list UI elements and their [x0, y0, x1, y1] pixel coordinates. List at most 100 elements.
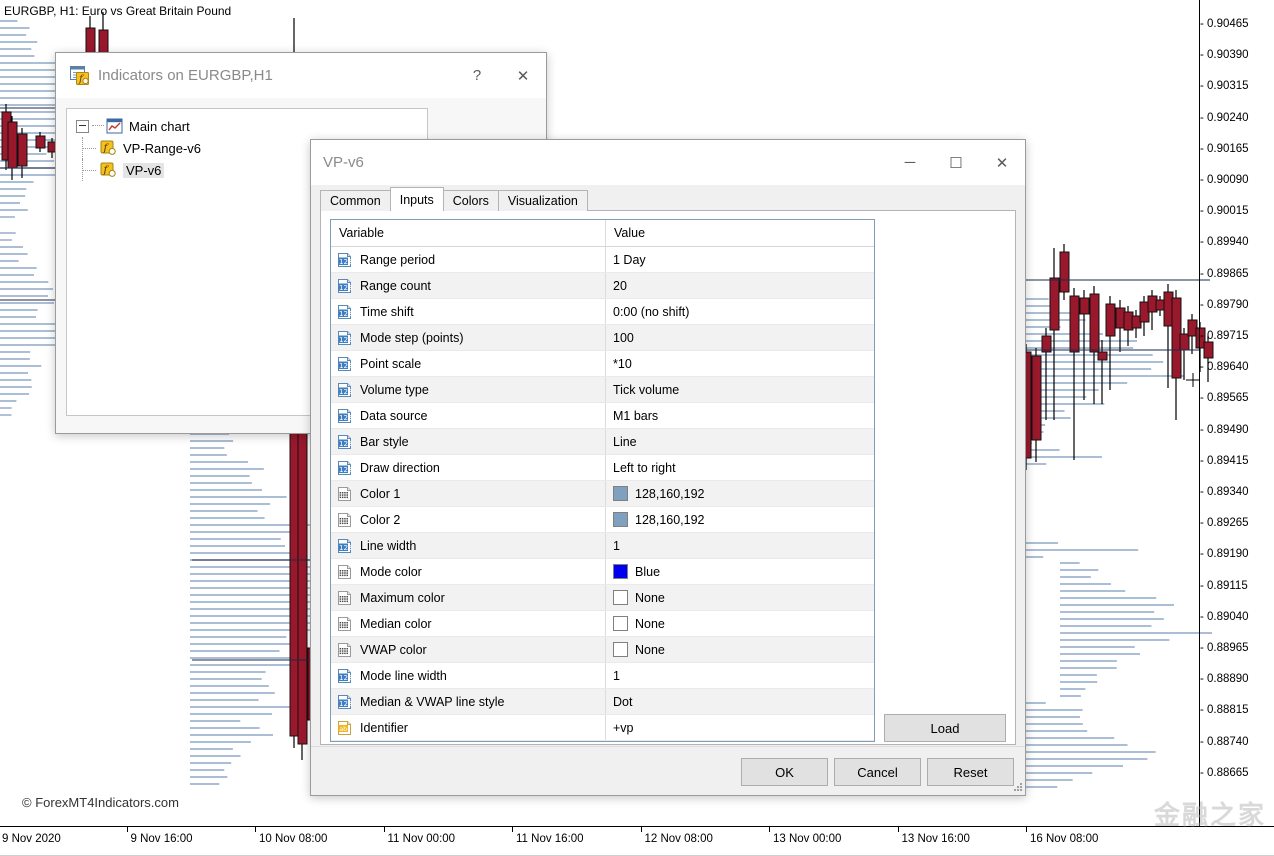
- property-value-cell[interactable]: Line: [606, 429, 874, 454]
- resize-grip-icon[interactable]: [1011, 781, 1023, 793]
- property-row[interactable]: 123Range count20: [331, 273, 874, 299]
- property-variable-cell: 123Line width: [331, 533, 606, 558]
- maximize-button[interactable]: ☐: [933, 141, 979, 185]
- tab-inputs[interactable]: Inputs: [390, 187, 444, 211]
- svg-text:123: 123: [339, 309, 352, 317]
- property-row[interactable]: Maximum colorNone: [331, 585, 874, 611]
- price-axis[interactable]: -0.90465-0.90390-0.90315-0.90240-0.90165…: [1199, 0, 1274, 826]
- number-icon: 123: [337, 330, 353, 346]
- property-row[interactable]: 123Range period1 Day: [331, 247, 874, 273]
- help-button[interactable]: ?: [454, 54, 500, 98]
- property-row[interactable]: 123Time shift0:00 (no shift): [331, 299, 874, 325]
- tree-item-label: VP-Range-v6: [123, 141, 201, 156]
- property-value-cell[interactable]: None: [606, 637, 874, 662]
- property-value-cell[interactable]: 20: [606, 273, 874, 298]
- vp-properties-window[interactable]: VP-v6 ─ ☐ ✕ CommonInputsColorsVisualizat…: [310, 139, 1026, 796]
- property-row[interactable]: abIdentifier+vp: [331, 715, 874, 741]
- property-variable-label: Bar style: [360, 435, 409, 449]
- property-value-cell[interactable]: 1 Day: [606, 247, 874, 272]
- svg-text:123: 123: [339, 361, 352, 369]
- close-button[interactable]: ✕: [500, 54, 546, 98]
- chart-watermark: 金融之家: [1154, 795, 1266, 832]
- time-tick-mark: [898, 827, 899, 832]
- property-value-label: Line: [613, 435, 637, 449]
- color-swatch[interactable]: [613, 642, 628, 657]
- minimize-button[interactable]: ─: [887, 141, 933, 185]
- price-tick-label: -0.89490: [1200, 424, 1249, 436]
- property-value-cell[interactable]: Left to right: [606, 455, 874, 480]
- time-tick-label: 12 Nov 08:00: [645, 833, 713, 845]
- property-value-cell[interactable]: None: [606, 611, 874, 636]
- number-icon: 123: [337, 408, 353, 424]
- property-value-cell[interactable]: 1: [606, 533, 874, 558]
- property-row[interactable]: VWAP colorNone: [331, 637, 874, 663]
- property-value-cell[interactable]: 1: [606, 663, 874, 688]
- tab-visualization[interactable]: Visualization: [498, 190, 588, 211]
- color-swatch[interactable]: [613, 512, 628, 527]
- load-button[interactable]: Load: [884, 714, 1006, 742]
- property-variable-label: Range period: [360, 253, 435, 267]
- tab-common[interactable]: Common: [320, 190, 391, 211]
- tab-colors[interactable]: Colors: [443, 190, 499, 211]
- tree-item-main-chart[interactable]: Main chart: [67, 115, 427, 137]
- property-row[interactable]: Median colorNone: [331, 611, 874, 637]
- color-swatch[interactable]: [613, 564, 628, 579]
- tree-connector-horizontal: [82, 148, 96, 150]
- property-variable-label: Mode color: [360, 565, 422, 579]
- color-swatch[interactable]: [613, 590, 628, 605]
- property-value-cell[interactable]: Dot: [606, 689, 874, 714]
- property-value-cell[interactable]: *10: [606, 351, 874, 376]
- time-tick-mark: [512, 827, 513, 832]
- property-variable-cell: Color 1: [331, 481, 606, 506]
- property-variable-cell: 123Range period: [331, 247, 606, 272]
- vp-title-bar[interactable]: VP-v6 ─ ☐ ✕: [311, 140, 1025, 185]
- ok-button[interactable]: OK: [741, 758, 828, 786]
- vp-tab-strip[interactable]: CommonInputsColorsVisualization: [320, 188, 587, 211]
- property-value-cell[interactable]: 128,160,192: [606, 507, 874, 532]
- price-tick-label: -0.89190: [1200, 548, 1249, 560]
- property-value-cell[interactable]: 128,160,192: [606, 481, 874, 506]
- number-icon: 123: [337, 356, 353, 372]
- property-row[interactable]: 123Volume typeTick volume: [331, 377, 874, 403]
- color-swatch[interactable]: [613, 486, 628, 501]
- price-tick-label: -0.90090: [1200, 174, 1249, 186]
- property-row[interactable]: 123Mode step (points)100: [331, 325, 874, 351]
- property-row[interactable]: 123Line width1: [331, 533, 874, 559]
- time-tick-mark: [384, 827, 385, 832]
- property-value-cell[interactable]: Blue: [606, 559, 874, 584]
- property-row[interactable]: 123Draw directionLeft to right: [331, 455, 874, 481]
- property-row[interactable]: 123Data sourceM1 bars: [331, 403, 874, 429]
- property-value-cell[interactable]: M1 bars: [606, 403, 874, 428]
- property-row[interactable]: 123Bar styleLine: [331, 429, 874, 455]
- svg-text:123: 123: [339, 673, 352, 681]
- tree-collapse-icon[interactable]: [76, 120, 89, 133]
- property-row[interactable]: 123Point scale*10: [331, 351, 874, 377]
- property-value-label: 128,160,192: [635, 487, 705, 501]
- price-tick-label: -0.89115: [1200, 580, 1248, 592]
- property-row[interactable]: Mode color Blue: [331, 559, 874, 585]
- property-value-label: Tick volume: [613, 383, 679, 397]
- property-row[interactable]: 123Mode line width1: [331, 663, 874, 689]
- indicators-title-bar[interactable]: f Indicators on EURGBP,H1 ? ✕: [56, 53, 546, 98]
- svg-text:123: 123: [339, 543, 352, 551]
- cancel-button[interactable]: Cancel: [834, 758, 921, 786]
- color-swatch[interactable]: [613, 616, 628, 631]
- property-value-cell[interactable]: 0:00 (no shift): [606, 299, 874, 324]
- property-row[interactable]: 123Median & VWAP line styleDot: [331, 689, 874, 715]
- property-value-cell[interactable]: Tick volume: [606, 377, 874, 402]
- property-variable-cell: Color 2: [331, 507, 606, 532]
- vp-inputs-panel: VariableValue123Range period1 Day123Rang…: [320, 210, 1016, 745]
- property-value-cell[interactable]: None: [606, 585, 874, 610]
- property-row[interactable]: Color 2128,160,192: [331, 507, 874, 533]
- properties-table[interactable]: VariableValue123Range period1 Day123Rang…: [330, 219, 875, 742]
- time-tick-label: 9 Nov 16:00: [131, 833, 193, 845]
- column-header-value: Value: [606, 220, 874, 246]
- reset-button[interactable]: Reset: [927, 758, 1014, 786]
- property-value-cell[interactable]: 100: [606, 325, 874, 350]
- time-axis[interactable]: 9 Nov 20209 Nov 16:0010 Nov 08:0011 Nov …: [0, 826, 1274, 856]
- vp-window-buttons: ─ ☐ ✕: [887, 140, 1025, 185]
- svg-text:123: 123: [339, 413, 352, 421]
- close-button[interactable]: ✕: [979, 141, 1025, 185]
- property-row[interactable]: Color 1 128,160,192: [331, 481, 874, 507]
- property-value-cell[interactable]: +vp: [606, 715, 874, 740]
